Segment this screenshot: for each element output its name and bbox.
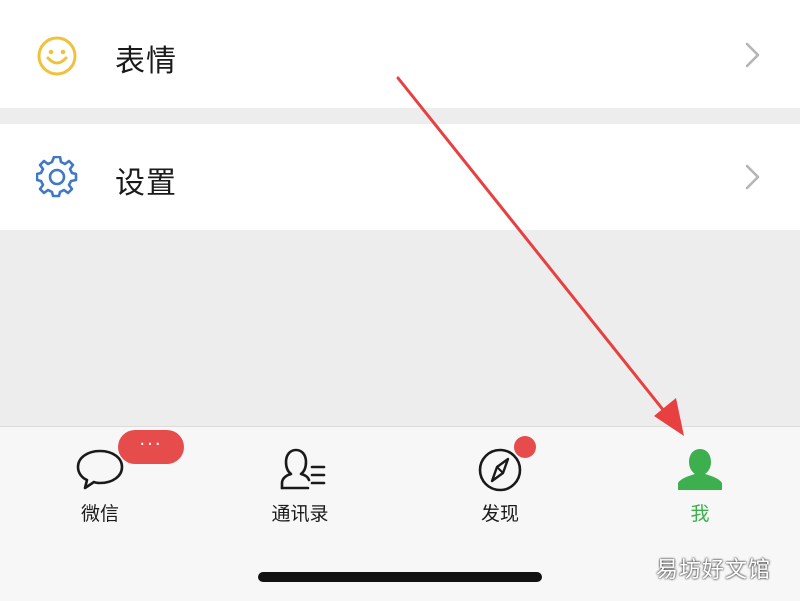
tab-contacts[interactable]: 通讯录 xyxy=(240,427,360,537)
menu-item-label: 设置 xyxy=(115,166,177,201)
unread-badge: ··· xyxy=(118,430,184,464)
contacts-icon xyxy=(280,448,326,490)
menu-item-label: 表情 xyxy=(115,44,177,79)
tab-label: 发现 xyxy=(480,503,519,525)
tab-label: 通讯录 xyxy=(271,503,329,525)
tab-label: 我 xyxy=(690,503,710,525)
menu-item-emoji[interactable]: 表情 xyxy=(0,0,800,108)
person-icon xyxy=(678,449,722,490)
tab-discover[interactable]: 发现 xyxy=(440,427,560,537)
tab-me[interactable]: 我 xyxy=(640,427,760,537)
notification-dot xyxy=(514,436,536,458)
chevron-right-icon xyxy=(745,164,760,190)
chevron-right-icon xyxy=(745,42,760,68)
tab-label: 微信 xyxy=(80,503,119,525)
smiley-icon xyxy=(37,36,77,76)
menu-item-settings[interactable]: 设置 xyxy=(0,124,800,230)
watermark: 易坊好文馆 xyxy=(656,558,772,583)
home-indicator[interactable] xyxy=(258,572,542,582)
gear-icon xyxy=(36,156,78,198)
